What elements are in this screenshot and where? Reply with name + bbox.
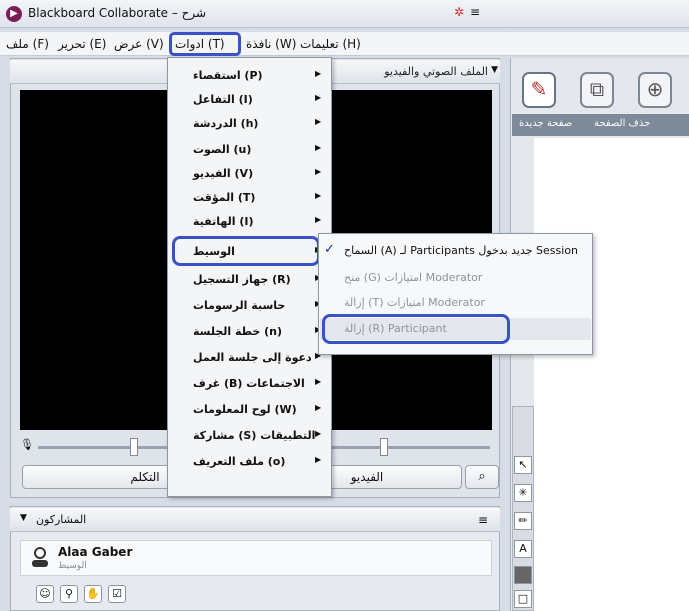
menu-item-audio[interactable]: الصوت (u) ▶ [167,138,332,162]
select-arrow-icon[interactable]: ↖ [514,456,532,474]
menu-item-timer[interactable]: المؤقت (T) ▶ [167,186,332,210]
submenu-arrow-icon: ▶ [315,215,322,224]
allow-new-participants-item[interactable]: السماح (A) لـ Participants جديد بدخول Se… [344,244,578,257]
filled-rectangle-icon[interactable] [514,566,532,584]
menu-item-interaction[interactable]: التفاعل (I) ▶ [167,88,332,112]
submenu-arrow-icon: ▶ [315,167,322,176]
participant-role: الوسيط [58,561,87,571]
menu-item-graphing-calculator[interactable]: حاسبة الرسومات▶ [167,294,332,318]
participant-name: Alaa Gaber [58,545,133,559]
speaker-slider-handle[interactable] [380,438,388,456]
pencil-icon[interactable]: ✏ [514,512,532,530]
submenu-arrow-icon: ▶ [315,455,322,464]
collapse-arrow-icon[interactable]: ▼ [491,65,498,75]
speaker-slider[interactable] [320,446,490,449]
menu-item-video[interactable]: الفيديو (V) ▶ [167,162,332,186]
submenu-arrow-icon: ▶ [315,429,322,438]
menu-window[interactable]: نافذة (W) [246,37,296,51]
settings-icon[interactable]: ✲ [454,5,464,19]
submenu-arrow-icon: ▶ [315,93,322,102]
whiteboard-pen-icon[interactable]: ✎ [522,72,556,108]
menu-item-profile[interactable]: ملف التعريف (o) ▶ [167,450,332,474]
laser-pointer-icon[interactable]: ✳ [514,484,532,502]
raise-hand-icon[interactable]: ✋ [84,585,102,603]
menu-item-telephony[interactable]: الهاتفية (I) ▶ [167,210,332,234]
menu-item-invite[interactable]: دعوة إلى جلسة العمل ▶ [167,346,332,370]
delete-page-tab[interactable]: حذف الصفحة [594,118,650,129]
moderator-item-highlight-outline [172,236,320,266]
video-preview-icon[interactable]: ⌕ [465,465,499,489]
menu-item-recorder[interactable]: جهاز التسجيل (R)▶ [167,268,332,292]
checkmark-icon: ✓ [324,242,335,257]
new-page-tab[interactable]: صفحة جديدة [519,118,572,129]
window-title: Blackboard Collaborate – شرح [28,6,207,20]
panel-menu-icon[interactable]: ≡ [478,513,488,527]
app-share-icon[interactable]: ⧉ [580,72,614,108]
whiteboard-canvas[interactable] [534,138,689,611]
submenu-arrow-icon: ▶ [315,143,322,152]
menu-item-app-sharing[interactable]: مشاركة (S) التطبيقات ▶ [167,424,332,448]
rectangle-icon[interactable]: □ [514,590,532,608]
menu-file[interactable]: ملف (F) [6,37,49,51]
microphone-slider-handle[interactable] [130,438,138,456]
emoticon-icon[interactable]: ☺ [36,585,54,603]
menu-item-chat[interactable]: الدردشة (h) ▶ [167,112,332,136]
menu-item-breakout-rooms[interactable]: غرف (B) الاجتماعات ▶ [167,372,332,396]
web-tour-icon[interactable]: ⊕ [638,72,672,108]
menu-view[interactable]: عرض (V) [114,37,164,51]
user-avatar-icon [32,547,48,567]
menu-item-session-plan[interactable]: خطة الجلسة (n)▶ [167,320,332,344]
submenu-arrow-icon: ▶ [315,377,322,386]
menu-help[interactable]: تعليمات (H) [300,37,361,51]
participants-title: المشاركون [36,513,87,526]
step-away-icon[interactable]: ⚲ [60,585,78,603]
submenu-arrow-icon: ▶ [315,117,322,126]
remove-participant-highlight-outline [322,314,510,344]
collapse-arrow-icon[interactable]: ▼ [20,513,27,523]
submenu-arrow-icon: ▶ [315,403,322,412]
microphone-icon: 🎙 [20,438,34,451]
checkbox-icon[interactable]: ☑ [108,585,126,603]
audio-video-title: الملف الصوتي والفيديو [384,65,488,78]
blackboard-logo-icon: ▶ [6,6,22,22]
submenu-arrow-icon: ▶ [315,69,322,78]
menu-item-poll[interactable]: استقصاء (P) ▶ [167,64,332,88]
tools-menu-highlight-outline [169,32,241,56]
panel-menu-icon[interactable]: ≡ [470,5,480,19]
grant-moderator-item[interactable]: منح (G) امتيازات Moderator [344,271,482,284]
menu-edit[interactable]: تحرير (E) [58,37,106,51]
remove-moderator-item[interactable]: إزالة (T) امتيازات Moderator [344,296,485,309]
menu-item-whiteboard[interactable]: لوح المعلومات (W) ▶ [167,398,332,422]
text-tool-icon[interactable]: A [514,540,532,558]
submenu-arrow-icon: ▶ [315,191,322,200]
